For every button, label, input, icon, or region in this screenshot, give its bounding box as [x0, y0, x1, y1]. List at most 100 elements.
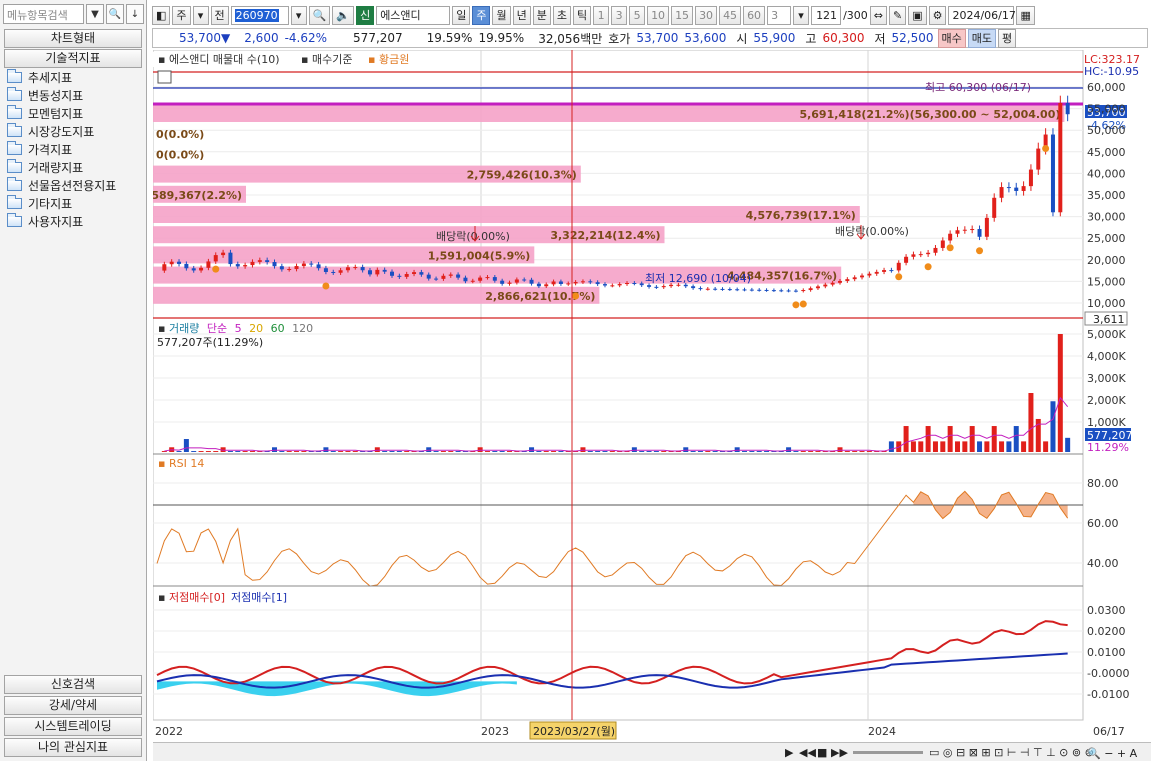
volume-bar — [690, 451, 696, 452]
volume-bar — [389, 451, 395, 452]
technical-indicator-button[interactable]: 기술적지표 — [4, 49, 142, 68]
num-10[interactable]: 10 — [647, 5, 670, 25]
download-icon[interactable]: ↓ — [126, 4, 144, 24]
price-tick-label: 40,000 — [1087, 167, 1126, 180]
volume-bar — [918, 441, 924, 452]
buy-button[interactable]: 매수 — [937, 28, 966, 48]
dropdown-arrow-icon[interactable]: ▼ — [86, 4, 104, 24]
interval-year[interactable]: 년 — [512, 5, 531, 25]
dividend-note-2: 배당락(0.00%) — [835, 225, 909, 238]
volume-bar — [294, 451, 300, 452]
candle-body — [250, 261, 255, 266]
stock-chart[interactable]: 5,691,418(21.2%)(56,300.00 ~ 52,004.00) 0… — [153, 50, 1151, 743]
candle-body — [896, 262, 901, 271]
chart-type-button[interactable]: 차트형태 — [4, 29, 142, 48]
num-5[interactable]: 5 — [629, 5, 646, 25]
candle-body — [360, 267, 365, 271]
interval-second[interactable]: 초 — [552, 5, 571, 25]
candle-body — [948, 233, 953, 241]
num-3[interactable]: 3 — [611, 5, 628, 25]
golden-circle — [212, 265, 220, 273]
tree-item-price[interactable]: 가격지표 — [4, 140, 142, 158]
interval-tick[interactable]: 틱 — [572, 5, 592, 25]
interval-month[interactable]: 월 — [492, 5, 511, 25]
save-icon[interactable]: ▣ — [908, 5, 927, 25]
gear-icon[interactable]: ⚙ — [928, 5, 947, 25]
search-icon[interactable]: 🔍 — [308, 5, 331, 25]
volume-bar — [595, 451, 601, 452]
num-45[interactable]: 45 — [719, 5, 742, 25]
volume-bar — [977, 441, 983, 452]
candle-body — [434, 278, 439, 280]
speaker-icon[interactable]: 🔈 — [332, 5, 355, 25]
count-dropdown-icon[interactable]: ▾ — [793, 5, 810, 25]
num-30[interactable]: 30 — [695, 5, 718, 25]
golden-circle — [572, 292, 580, 300]
rewind-icon[interactable]: ◀◀ — [799, 746, 816, 759]
date-field[interactable]: 2024/06/17 — [948, 5, 1016, 25]
tree-item-volume[interactable]: 거래량지표 — [4, 158, 142, 176]
menu-search-input[interactable]: 메뉴항목검색 — [3, 4, 84, 24]
candle-body — [713, 288, 718, 290]
scroll-controls[interactable]: ▶ ◀◀ ■ ▶▶ ▭ ◎ ⊟ ⊠ ⊞ ⊡ ⊢ ⊣ ⊤ ⊥ ⊙ ⊚ ⊛ 🔍 − … — [153, 743, 1151, 762]
flat-button[interactable]: 평 — [998, 28, 1017, 48]
candle-body — [801, 290, 806, 292]
num-1[interactable]: 1 — [593, 5, 610, 25]
current-price: 53,700 — [179, 31, 221, 45]
stock-code-input[interactable]: 260970 — [230, 5, 289, 25]
tree-item-trend[interactable]: 추세지표 — [4, 68, 142, 86]
signal-search-button[interactable]: 신호검색 — [4, 675, 142, 694]
scroll-right-icon[interactable]: ▶ — [785, 746, 794, 759]
tree-item-other[interactable]: 기타지표 — [4, 194, 142, 212]
tree-item-market-strength[interactable]: 시장강도지표 — [4, 122, 142, 140]
stop-icon[interactable]: ■ — [817, 746, 827, 759]
num-15[interactable]: 15 — [671, 5, 694, 25]
table-icon[interactable] — [157, 70, 172, 84]
search-icon[interactable]: 🔍 — [106, 4, 124, 24]
candle-body — [566, 283, 571, 285]
tree-item-volatility[interactable]: 변동성지표 — [4, 86, 142, 104]
toolbar-icons[interactable]: ▭ ◎ ⊟ ⊠ ⊞ ⊡ ⊢ ⊣ ⊤ ⊥ ⊙ ⊚ ⊛ — [929, 746, 1094, 759]
layout-icon[interactable]: ◧ — [152, 5, 171, 25]
volume-bar — [433, 451, 439, 452]
folder-icon — [7, 104, 22, 119]
calendar-icon[interactable]: ▦ — [1016, 5, 1035, 25]
year-2024: 2024 — [868, 725, 896, 738]
price-tick-label: 55,000 — [1087, 103, 1126, 116]
prev-button[interactable]: 전 — [210, 5, 229, 25]
zoom-in-icon[interactable]: 🔍 − + A — [1087, 746, 1138, 760]
interval-minute[interactable]: 분 — [532, 5, 551, 25]
strength-weakness-button[interactable]: 강세/약세 — [4, 696, 142, 715]
count-select[interactable]: 3 — [767, 5, 792, 25]
volume-bar — [455, 451, 461, 452]
my-indicators-button[interactable]: 나의 관심지표 — [4, 738, 142, 757]
interval-week[interactable]: 주 — [472, 5, 491, 25]
forward-icon[interactable]: ▶▶ — [831, 746, 848, 759]
volume-bar — [543, 451, 549, 452]
range-input[interactable]: 121 — [811, 5, 842, 25]
profile-label: 3,322,214(12.4%) — [550, 229, 660, 242]
sell-button[interactable]: 매도 — [967, 28, 997, 48]
zoom-slider[interactable] — [853, 751, 923, 754]
interval-day[interactable]: 일 — [452, 5, 471, 25]
code-dropdown-icon[interactable]: ▾ — [290, 5, 307, 25]
volume-bar — [1006, 441, 1012, 452]
golden-circle — [924, 263, 932, 271]
volume-bar — [448, 451, 454, 452]
tree-item-user[interactable]: 사용자지표 — [4, 212, 142, 230]
candle-body — [1058, 102, 1063, 213]
candle-body — [338, 270, 343, 273]
volume-tick-label: 3,000K — [1087, 372, 1126, 385]
stock-name-field[interactable]: 에스앤디 — [376, 5, 451, 25]
num-60[interactable]: 60 — [743, 5, 766, 25]
period-dropdown-icon[interactable]: ▾ — [192, 5, 209, 25]
tree-item-futures-options[interactable]: 선물옵션전용지표 — [4, 176, 142, 194]
period-select[interactable]: 주 — [172, 5, 191, 25]
candle-body — [441, 275, 446, 279]
candle-body — [301, 263, 306, 267]
volume-bar — [551, 451, 557, 452]
zoom-fit-icon[interactable]: ⇔ — [869, 5, 887, 25]
draw-tool-icon[interactable]: ✎ — [888, 5, 907, 25]
system-trading-button[interactable]: 시스템트레이딩 — [4, 717, 142, 736]
tree-item-momentum[interactable]: 모멘텀지표 — [4, 104, 142, 122]
